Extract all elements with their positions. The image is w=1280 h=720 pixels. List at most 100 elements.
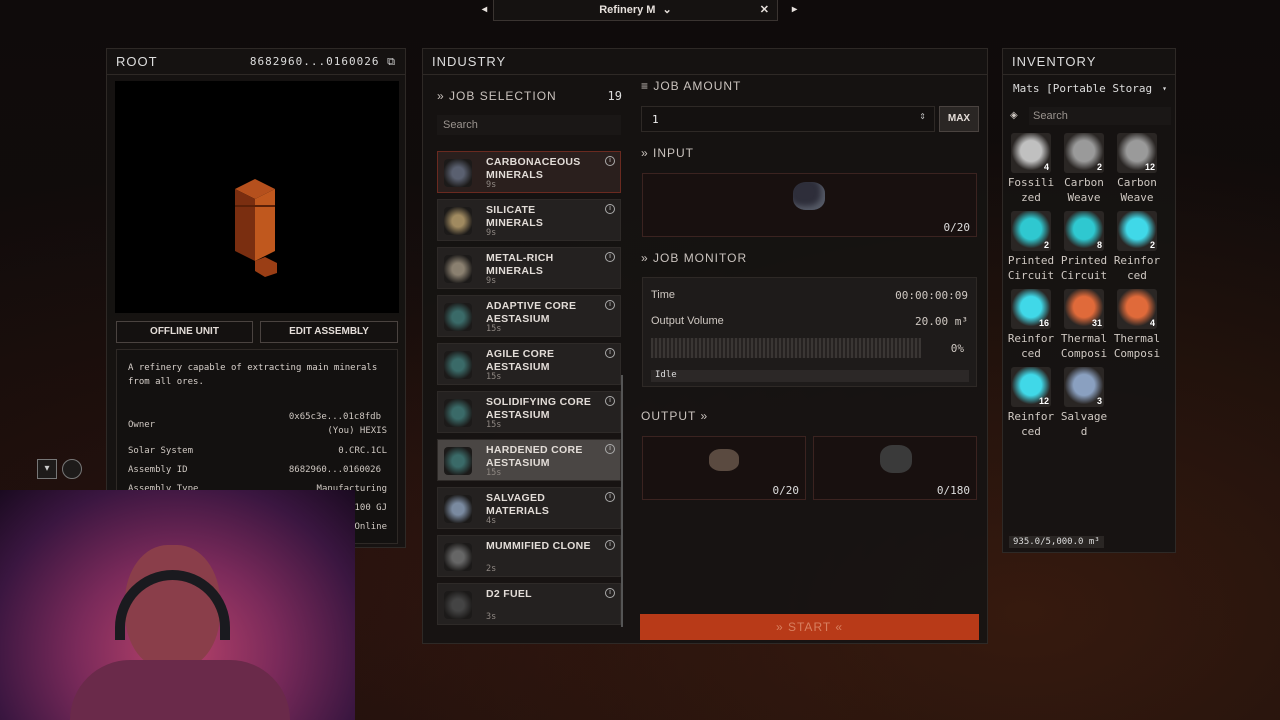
- output-slot-1[interactable]: 0/20: [642, 436, 806, 500]
- inventory-item[interactable]: 2 Reinfor ced: [1111, 211, 1163, 283]
- item-name: Thermal Composi: [1113, 332, 1161, 360]
- max-button[interactable]: MAX: [939, 106, 979, 132]
- info-icon[interactable]: i: [605, 300, 615, 310]
- job-amount-label: ≡ JOB AMOUNT: [641, 79, 742, 93]
- job-item[interactable]: SALVAGED MATERIALS 4s i: [437, 487, 621, 529]
- status-value: Online: [354, 522, 387, 532]
- item-name: Reinfor ced: [1113, 254, 1161, 282]
- inventory-item[interactable]: 4 Thermal Composi: [1111, 289, 1163, 361]
- inventory-title: INVENTORY: [1012, 54, 1097, 69]
- start-button[interactable]: » START «: [640, 614, 979, 640]
- streamer-body: [70, 660, 290, 720]
- job-name: SALVAGED MATERIALS: [486, 492, 550, 517]
- info-icon[interactable]: i: [605, 588, 615, 598]
- info-icon[interactable]: i: [605, 492, 615, 502]
- stepper-icon[interactable]: ⇕: [919, 112, 926, 121]
- job-name: SILICATE MINERALS: [486, 204, 544, 229]
- item-icon: 16: [1011, 289, 1051, 329]
- info-icon[interactable]: i: [605, 540, 615, 550]
- copy-icon[interactable]: ⧉: [387, 55, 396, 68]
- job-list-scrollbar[interactable]: [621, 375, 623, 627]
- inventory-item[interactable]: 8 Printed Circuit: [1058, 211, 1110, 283]
- chevron-down-icon[interactable]: ⌄: [663, 4, 672, 16]
- inventory-item[interactable]: 2 Printed Circuit: [1005, 211, 1057, 283]
- status-text: Idle: [655, 370, 677, 380]
- progress-percent: 0%: [950, 342, 964, 355]
- item-name: Printed Circuit: [1007, 254, 1055, 282]
- info-icon[interactable]: i: [605, 156, 615, 166]
- item-icon: 4: [1117, 289, 1157, 329]
- job-item[interactable]: MUMMIFIED CLONE 2s i: [437, 535, 621, 577]
- job-name: AGILE CORE AESTASIUM: [486, 348, 555, 373]
- inventory-item[interactable]: 2 Carbon Weave: [1058, 133, 1110, 205]
- job-item[interactable]: D2 FUEL 3s i: [437, 583, 621, 625]
- assembly-id-value: 8682960...0160026: [288, 465, 381, 475]
- info-icon[interactable]: i: [605, 396, 615, 406]
- item-quantity: 8: [1096, 240, 1102, 250]
- storage-select[interactable]: Mats [Portable Storag ▾: [1009, 79, 1171, 99]
- job-icon: [444, 399, 472, 427]
- profile-icon[interactable]: [62, 459, 82, 479]
- inventory-item[interactable]: 12 Carbon Weave: [1111, 133, 1163, 205]
- job-time: 4s: [486, 516, 497, 526]
- prev-window-button[interactable]: ◂: [482, 0, 487, 20]
- job-icon: [444, 255, 472, 283]
- item-icon: 12: [1117, 133, 1157, 173]
- chevron-down-icon: ▾: [1162, 84, 1167, 93]
- item-name: Reinfor ced: [1007, 332, 1055, 360]
- inventory-search-input[interactable]: Search: [1029, 107, 1171, 125]
- output-slot-2[interactable]: 0/180: [813, 436, 977, 500]
- job-name: ADAPTIVE CORE AESTASIUM: [486, 300, 577, 325]
- job-time: 15s: [486, 324, 502, 334]
- inventory-item[interactable]: 3 Salvage d: [1058, 367, 1110, 439]
- next-window-button[interactable]: ▸: [792, 0, 797, 20]
- owner-name: (You) HEXIS: [327, 426, 387, 436]
- job-item[interactable]: HARDENED CORE AESTASIUM 15s i: [437, 439, 621, 481]
- info-icon[interactable]: i: [605, 204, 615, 214]
- info-icon[interactable]: i: [605, 252, 615, 262]
- job-icon: [444, 159, 472, 187]
- job-time: 2s: [486, 564, 497, 574]
- item-quantity: 2: [1043, 240, 1049, 250]
- close-button[interactable]: ✕: [760, 0, 769, 20]
- job-icon: [444, 207, 472, 235]
- edit-assembly-button[interactable]: EDIT ASSEMBLY: [260, 321, 398, 343]
- inventory-item[interactable]: 4 Fossili zed: [1005, 133, 1057, 205]
- info-icon[interactable]: i: [605, 348, 615, 358]
- inventory-item[interactable]: 12 Reinfor ced: [1005, 367, 1057, 439]
- input-slot[interactable]: 0/20: [642, 173, 977, 237]
- job-search-input[interactable]: Search: [437, 115, 621, 135]
- dropdown-icon[interactable]: ▾: [37, 459, 57, 479]
- info-icon[interactable]: i: [605, 444, 615, 454]
- industry-header: INDUSTRY: [423, 49, 987, 75]
- window-titlebar: ◂ Refinery M ⌄ ✕ ▸: [482, 0, 797, 21]
- item-icon: 3: [1064, 367, 1104, 407]
- job-time: 9s: [486, 228, 497, 238]
- solar-system-label: Solar System: [128, 446, 194, 456]
- job-item[interactable]: SILICATE MINERALS 9s i: [437, 199, 621, 241]
- job-name: METAL-RICH MINERALS: [486, 252, 554, 277]
- root-header: ROOT 8682960...0160026 ⧉: [107, 49, 405, 75]
- job-amount-input[interactable]: 1 ⇕: [641, 106, 935, 132]
- job-item[interactable]: CARBONACEOUS MINERALS 9s i: [437, 151, 621, 193]
- job-time: 9s: [486, 180, 497, 190]
- assembly-id-label: Assembly ID: [128, 465, 188, 475]
- inventory-item[interactable]: 31 Thermal Composi: [1058, 289, 1110, 361]
- job-item[interactable]: METAL-RICH MINERALS 9s i: [437, 247, 621, 289]
- item-name: Fossili zed: [1007, 176, 1055, 204]
- status-bar: Idle: [651, 370, 969, 382]
- time-label: Time: [651, 289, 676, 301]
- job-time: 15s: [486, 372, 502, 382]
- item-name: Thermal Composi: [1060, 332, 1108, 360]
- job-item[interactable]: AGILE CORE AESTASIUM 15s i: [437, 343, 621, 385]
- job-item[interactable]: ADAPTIVE CORE AESTASIUM 15s i: [437, 295, 621, 337]
- job-time: 15s: [486, 468, 502, 478]
- industry-title: INDUSTRY: [432, 54, 507, 69]
- volume-value: 20.00 m³: [915, 315, 968, 328]
- solar-system-value: 0.CRC.1CL: [338, 446, 387, 456]
- inventory-item[interactable]: 16 Reinfor ced: [1005, 289, 1057, 361]
- job-name: D2 FUEL: [486, 588, 532, 600]
- job-icon: [444, 591, 472, 619]
- job-item[interactable]: SOLIDIFYING CORE AESTASIUM 15s i: [437, 391, 621, 433]
- offline-unit-button[interactable]: OFFLINE UNIT: [116, 321, 253, 343]
